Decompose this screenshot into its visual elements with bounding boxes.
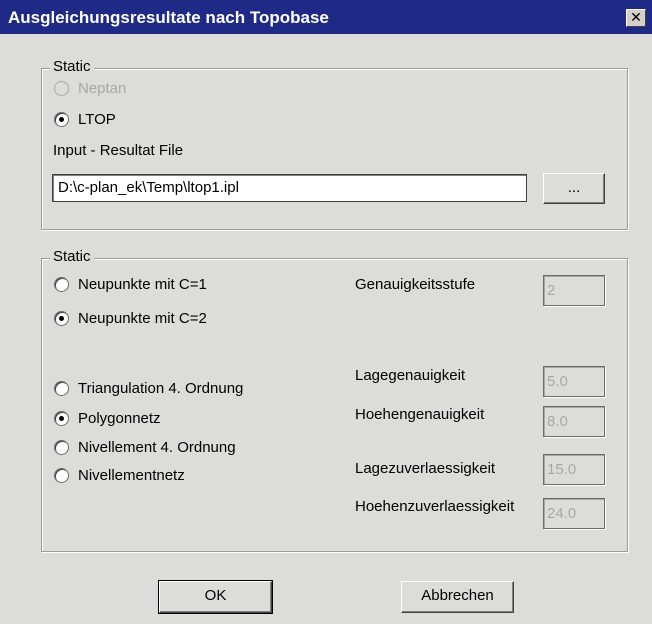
radio-nivellementnetz-circle[interactable] xyxy=(54,468,69,483)
browse-button[interactable]: ... xyxy=(543,173,605,204)
radio-neupunkte-c1[interactable]: Neupunkte mit C=1 xyxy=(54,276,207,293)
group1-legend: Static xyxy=(50,58,94,75)
lagezuverlaessigkeit-label: Lagezuverlaessigkeit xyxy=(355,460,496,477)
title-bar: Ausgleichungsresultate nach Topobase ✕ xyxy=(0,0,652,34)
lagezuverlaessigkeit-field: 15.0 xyxy=(543,454,605,485)
radio-nivellement-circle[interactable] xyxy=(54,440,69,455)
hoehengenauigkeit-label: Hoehengenauigkeit xyxy=(355,406,485,423)
radio-ltop-label: LTOP xyxy=(78,111,116,128)
radio-neupunkte-c1-label: Neupunkte mit C=1 xyxy=(78,276,207,293)
genauigkeitsstufe-label: Genauigkeitsstufe xyxy=(355,276,476,293)
radio-triangulation[interactable]: Triangulation 4. Ordnung xyxy=(54,380,243,397)
radio-neupunkte-c2[interactable]: Neupunkte mit C=2 xyxy=(54,310,207,327)
hoehenzuverlaessigkeit-field: 24.0 xyxy=(543,498,605,529)
radio-neupunkte-c2-circle[interactable] xyxy=(54,311,69,326)
radio-polygonnetz-circle[interactable] xyxy=(54,411,69,426)
radio-triangulation-circle[interactable] xyxy=(54,381,69,396)
radio-neptan: Neptan xyxy=(54,80,126,97)
radio-ltop[interactable]: LTOP xyxy=(54,111,116,128)
cancel-button[interactable]: Abbrechen xyxy=(401,581,514,613)
radio-ltop-circle[interactable] xyxy=(54,112,69,127)
close-icon[interactable]: ✕ xyxy=(626,9,646,27)
group2-legend: Static xyxy=(50,248,94,265)
file-label: Input - Resultat File xyxy=(53,142,184,159)
radio-neptan-label: Neptan xyxy=(78,80,127,97)
lagegenauigkeit-label: Lagegenauigkeit xyxy=(355,367,466,384)
radio-polygonnetz[interactable]: Polygonnetz xyxy=(54,410,161,427)
radio-nivellementnetz-label: Nivellementnetz xyxy=(78,467,185,484)
radio-neupunkte-c1-circle[interactable] xyxy=(54,277,69,292)
genauigkeitsstufe-field: 2 xyxy=(543,275,605,306)
hoehenzuverlaessigkeit-label: Hoehenzuverlaessigkeit xyxy=(355,498,515,515)
radio-neupunkte-c2-label: Neupunkte mit C=2 xyxy=(78,310,207,327)
hoehengenauigkeit-field: 8.0 xyxy=(543,406,605,437)
radio-polygonnetz-label: Polygonnetz xyxy=(78,410,161,427)
ok-button[interactable]: OK xyxy=(158,580,273,614)
window-title: Ausgleichungsresultate nach Topobase xyxy=(8,8,329,27)
radio-nivellement-label: Nivellement 4. Ordnung xyxy=(78,439,236,456)
radio-triangulation-label: Triangulation 4. Ordnung xyxy=(78,380,244,397)
lagegenauigkeit-field: 5.0 xyxy=(543,366,605,397)
radio-nivellementnetz[interactable]: Nivellementnetz xyxy=(54,467,185,484)
radio-neptan-circle xyxy=(54,81,69,96)
file-path-input[interactable]: D:\c-plan_ek\Temp\ltop1.ipl xyxy=(52,174,527,202)
group-static-options xyxy=(41,258,628,552)
radio-nivellement[interactable]: Nivellement 4. Ordnung xyxy=(54,439,236,456)
